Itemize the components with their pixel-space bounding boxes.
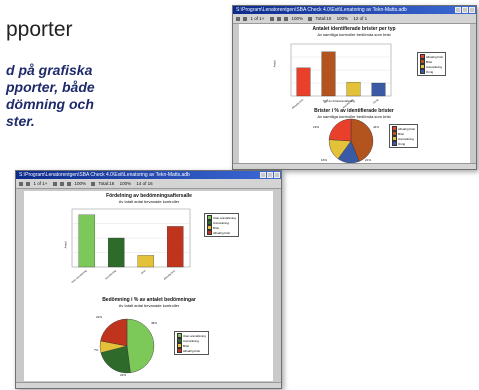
status-bar xyxy=(16,382,281,388)
category-label: Allvarlig brist xyxy=(163,269,176,281)
minimize-button[interactable] xyxy=(455,7,461,13)
y-axis-label: Antal xyxy=(272,60,277,68)
bar-chart: Allvarlig brist Brist Anmärkning Övrig xyxy=(290,43,392,164)
legend-label: Brist xyxy=(398,131,404,136)
export-icon[interactable] xyxy=(243,16,248,21)
legend-label: Brist xyxy=(183,343,189,348)
pie-slice xyxy=(126,318,155,374)
bar xyxy=(371,82,386,97)
last-page-icon[interactable] xyxy=(67,181,72,186)
tagline: d på grafiska pporter, både dömning och … xyxy=(6,62,156,130)
bar-chart-front: Utan anmärkning Anmärkning Brist Allvarlig … xyxy=(71,208,191,284)
legend-label: Övrig xyxy=(398,141,406,146)
window-titlebar[interactable]: S:\Program\Lenatorentgen\SBA Check 4.0\E… xyxy=(233,6,476,14)
bar xyxy=(137,255,155,268)
legend-label: Utan anmärkning xyxy=(183,333,206,338)
legend-label: Allvarlig brist xyxy=(213,230,231,235)
legend-label: Anmärkning xyxy=(398,136,415,141)
report-toolbar: 1 of 1+ 100% Total:16 100% 14 of 16 xyxy=(16,179,281,189)
bar xyxy=(346,81,361,97)
bar xyxy=(78,214,96,268)
legend-label: Anmärkning xyxy=(183,338,200,343)
pie-legend: Utan anmärkning Anmärkning Brist Allvarl… xyxy=(174,331,209,355)
maximize-button[interactable] xyxy=(267,172,273,178)
record-status: 14 of 16 xyxy=(136,181,153,186)
zoom-status: 100% xyxy=(336,16,349,21)
bar xyxy=(166,226,184,268)
page-counter: 1 of 1+ xyxy=(33,181,48,186)
category-label: Övrig xyxy=(373,98,380,105)
search-icon[interactable] xyxy=(308,16,313,21)
tagline-line: dömning och xyxy=(6,96,94,112)
pie-slice-label: 44% xyxy=(373,125,380,129)
record-status: 12 of 1 xyxy=(353,16,368,21)
zoom-select[interactable]: 100% xyxy=(291,14,303,23)
report-page: Fördelning av bedömningsaftersalle Av to… xyxy=(24,191,273,381)
pie-slice-label: 7% xyxy=(94,348,99,352)
category-label: Utan anmärkning xyxy=(71,269,88,284)
tagline-line: pporter, både xyxy=(6,79,95,95)
window-title: S:\Program\Lenatorentgen\SBA Check 4.0\E… xyxy=(19,172,190,178)
report-subtitle: Av samtliga kontroller bedömda som brist xyxy=(317,114,391,119)
bar-legend: Utan anmärkning Anmärkning Brist Allvarl… xyxy=(204,213,239,237)
category-label: Anmärkning xyxy=(105,269,118,280)
report-toolbar: 1 of 1+ 100% Total:10 100% 12 of 1 xyxy=(233,14,476,24)
pie-slice xyxy=(328,118,352,142)
report-page: Antalet identifierade brister per typ Av… xyxy=(239,24,470,164)
zoom-status: 100% xyxy=(119,181,132,186)
pie-slice-label: 21% xyxy=(365,158,372,162)
search-icon[interactable] xyxy=(91,181,96,186)
legend-label: Allvarlig brist xyxy=(426,54,444,59)
bar xyxy=(296,67,311,97)
bar xyxy=(107,237,125,268)
export-icon[interactable] xyxy=(26,181,31,186)
window-titlebar[interactable]: S:\Program\Lenatorentgen\SBA Check 4.0\E… xyxy=(16,171,281,179)
y-axis-label: Antal xyxy=(63,241,68,249)
status-bar xyxy=(233,163,476,169)
legend-label: Anmärkning xyxy=(213,220,230,225)
close-button[interactable] xyxy=(274,172,280,178)
last-page-icon[interactable] xyxy=(284,16,289,21)
zoom-select[interactable]: 100% xyxy=(74,179,86,188)
pie-chart-back xyxy=(328,118,374,164)
minimize-button[interactable] xyxy=(260,172,266,178)
maximize-button[interactable] xyxy=(462,7,468,13)
window-title: S:\Program\Lenatorentgen\SBA Check 4.0\E… xyxy=(236,7,407,13)
first-page-icon[interactable] xyxy=(269,16,274,21)
report-window-front[interactable]: S:\Program\Lenatorentgen\SBA Check 4.0\E… xyxy=(15,170,282,389)
bar xyxy=(321,51,336,97)
legend-label: Utan anmärkning xyxy=(213,215,236,220)
x-axis-label: Typ av brist/anmärkning xyxy=(323,99,355,103)
pie-slice-label: 22% xyxy=(96,315,103,319)
next-page-icon[interactable] xyxy=(276,16,281,21)
tagline-line: d på grafiska xyxy=(6,62,93,78)
category-label: Brist xyxy=(141,269,147,275)
pie-slice-label: 23% xyxy=(120,373,127,377)
page-heading: pporter xyxy=(6,18,73,41)
pie-legend: Allvarlig brist Brist Anmärkning Övrig xyxy=(389,124,419,148)
report-window-back[interactable]: S:\Program\Lenatorentgen\SBA Check 4.0\E… xyxy=(232,5,477,170)
report-subtitle: Av totalt antal bevanade kontroller xyxy=(118,303,180,308)
close-button[interactable] xyxy=(469,7,475,13)
print-icon[interactable] xyxy=(236,16,240,21)
tagline-line: ster. xyxy=(6,113,35,129)
next-page-icon[interactable] xyxy=(59,181,64,186)
pie-chart-front xyxy=(99,318,155,374)
legend-label: Övrig xyxy=(426,69,434,74)
first-page-icon[interactable] xyxy=(52,181,57,186)
pie-slice-label: 19% xyxy=(313,125,320,129)
total-count: Total:10 xyxy=(315,16,332,21)
legend-label: Brist xyxy=(213,225,219,230)
total-count: Total:16 xyxy=(98,181,115,186)
pie-slice-label: 48% xyxy=(151,321,158,325)
legend-label: Anmärkning xyxy=(426,64,443,69)
page-counter: 1 of 1+ xyxy=(250,16,265,21)
print-icon[interactable] xyxy=(19,181,23,186)
legend-label: Brist xyxy=(426,59,432,64)
legend-label: Allvarlig brist xyxy=(398,126,416,131)
bar-legend: Allvarlig brist Brist Anmärkning Övrig xyxy=(417,52,447,76)
pie-slice-label: 16% xyxy=(321,158,328,162)
legend-label: Allvarlig brist xyxy=(183,348,201,353)
